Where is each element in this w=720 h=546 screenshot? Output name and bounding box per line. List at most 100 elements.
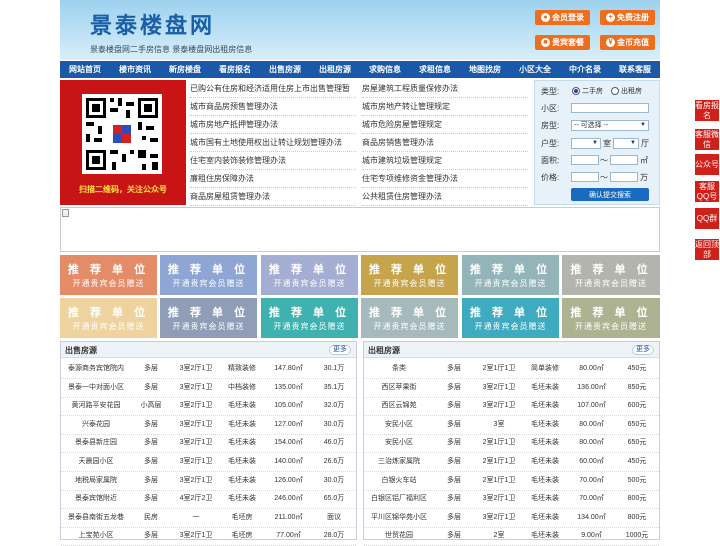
promo-tile[interactable]: 推 荐 单 位开通贵宾会员赠送 bbox=[60, 298, 157, 338]
promo-tile[interactable]: 推 荐 单 位开通贵宾会员赠送 bbox=[160, 255, 257, 295]
listing-name[interactable]: 白银区铝厂福利区 bbox=[366, 490, 432, 508]
listing-name[interactable]: 景泰一中对面小区 bbox=[63, 379, 129, 397]
nav-contact[interactable]: 联系客服 bbox=[610, 61, 660, 78]
promo-tile[interactable]: 推 荐 单 位开通贵宾会员赠送 bbox=[160, 298, 257, 338]
listing-name[interactable]: 西区苹果街 bbox=[366, 379, 432, 397]
listing-name[interactable]: 兴泰花园 bbox=[63, 416, 129, 434]
listing-row[interactable]: 泰源商务宾馆院内 多层 3室2厅1卫 精致装修 147.80㎡ 30.1万 bbox=[61, 360, 356, 379]
promo-tile[interactable]: 推 荐 单 位开通贵宾会员赠送 bbox=[562, 298, 660, 338]
nav-home[interactable]: 网站首页 bbox=[60, 61, 110, 78]
promo-tile[interactable]: 推 荐 单 位开通贵宾会员赠送 bbox=[261, 298, 358, 338]
radio-second-hand[interactable] bbox=[572, 87, 580, 95]
nav-for-rent[interactable]: 出租房源 bbox=[310, 61, 360, 78]
listing-name[interactable]: 条类 bbox=[366, 360, 432, 378]
listing-name[interactable]: 安民小区 bbox=[366, 434, 432, 452]
promo-tile[interactable]: 推 荐 单 位开通贵宾会员赠送 bbox=[361, 255, 458, 295]
listing-name[interactable]: 泰源商务宾馆院内 bbox=[63, 360, 129, 378]
listing-name[interactable]: 黄河路平安花园 bbox=[63, 397, 129, 415]
nav-viewing-signup[interactable]: 看房报名 bbox=[210, 61, 260, 78]
regulation-link[interactable]: 商品房屋租赁管理办法 bbox=[190, 188, 356, 206]
regulation-link[interactable]: 城市房地产抵押管理办法 bbox=[190, 116, 356, 134]
search-submit-button[interactable]: 确认提交搜索 bbox=[571, 188, 649, 201]
listing-row[interactable]: 天晨园小区 多层 3室2厅1卫 毛坯未装 140.00㎡ 26.6万 bbox=[61, 453, 356, 472]
listing-row[interactable]: 地税局家属院 多层 3室2厅1卫 毛坯未装 126.00㎡ 30.0万 bbox=[61, 472, 356, 491]
listing-row[interactable]: 白银区铝厂福利区 多层 3室2厅1卫 毛坯未装 70.00㎡ 800元 bbox=[364, 490, 659, 510]
area-max-input[interactable] bbox=[610, 155, 638, 165]
free-register-button[interactable]: + 免费注册 bbox=[600, 10, 655, 25]
member-login-button[interactable]: ● 会员登录 bbox=[535, 10, 590, 25]
regulation-link[interactable]: 住宅室内装饰装修管理办法 bbox=[190, 152, 356, 170]
listing-name[interactable]: 地税局家属院 bbox=[63, 472, 129, 490]
promo-tile[interactable]: 推 荐 单 位开通贵宾会员赠送 bbox=[361, 298, 458, 338]
regulation-link[interactable]: 已购公有住房和经济适用住房上市出售管理暂 bbox=[190, 80, 356, 98]
side-service-wechat[interactable]: 客服微信 bbox=[694, 128, 720, 151]
listing-name[interactable]: 世贸花园 bbox=[366, 527, 432, 545]
listing-name[interactable]: 景泰宾馆附近 bbox=[63, 490, 129, 508]
coin-recharge-button[interactable]: ¥ 金币充值 bbox=[600, 35, 655, 50]
nav-news[interactable]: 楼市资讯 bbox=[110, 61, 160, 78]
house-type-select[interactable]: -- 可选择 -- ▼ bbox=[571, 120, 649, 131]
side-back-to-top[interactable]: 返回顶部 bbox=[694, 238, 720, 261]
listing-name[interactable]: 安民小区 bbox=[366, 416, 432, 434]
listing-name[interactable]: 三治炼家属院 bbox=[366, 453, 432, 471]
regulation-link[interactable]: 商品房销售管理办法 bbox=[362, 134, 528, 152]
promo-tile[interactable]: 推 荐 单 位开通贵宾会员赠送 bbox=[261, 255, 358, 295]
listing-name[interactable]: 景泰县南街五龙巷 bbox=[63, 509, 129, 527]
listing-row[interactable]: 安民小区 多层 2室1厅1卫 毛坯未装 80.00㎡ 650元 bbox=[364, 434, 659, 454]
area-min-input[interactable] bbox=[571, 155, 599, 165]
regulation-link[interactable]: 房屋建筑工程质量保修办法 bbox=[362, 80, 528, 98]
more-link[interactable]: 更多 bbox=[632, 345, 654, 355]
nav-map-search[interactable]: 地图找房 bbox=[460, 61, 510, 78]
nav-agencies[interactable]: 中介名录 bbox=[560, 61, 610, 78]
regulation-link[interactable]: 城市房地产转让管理规定 bbox=[362, 98, 528, 116]
side-official-account[interactable]: 公众号 bbox=[694, 153, 720, 176]
regulation-link[interactable]: 城市国有土地使用权出让转让规划管理办法 bbox=[190, 134, 356, 152]
listing-name[interactable]: 白银火车站 bbox=[366, 472, 432, 490]
promo-tile[interactable]: 推 荐 单 位开通贵宾会员赠送 bbox=[462, 298, 559, 338]
listing-row[interactable]: 条类 多层 2室1厅1卫 简单装修 80.00㎡ 450元 bbox=[364, 360, 659, 379]
listing-name[interactable]: 上宝苑小区 bbox=[63, 527, 129, 545]
nav-wanted-rent[interactable]: 求租信息 bbox=[410, 61, 460, 78]
listing-row[interactable]: 白银火车站 多层 2室1厅1卫 毛坯未装 70.00㎡ 500元 bbox=[364, 472, 659, 491]
listing-row[interactable]: 平川区锦华苑小区 多层 3室2厅1卫 毛坯未装 134.00㎡ 800元 bbox=[364, 509, 659, 528]
community-input[interactable] bbox=[571, 103, 649, 113]
regulation-link[interactable]: 住宅专项维修资金管理办法 bbox=[362, 170, 528, 188]
promo-tile[interactable]: 推 荐 单 位开通贵宾会员赠送 bbox=[462, 255, 559, 295]
more-link[interactable]: 更多 bbox=[329, 345, 351, 355]
listing-row[interactable]: 三治炼家属院 多层 2室1厅1卫 毛坯未装 60.00㎡ 450元 bbox=[364, 453, 659, 472]
listing-row[interactable]: 上宝苑小区 多层 3室2厅1卫 毛坯房 77.00㎡ 28.0万 bbox=[61, 527, 356, 546]
vip-package-button[interactable]: ■ 贵宾套餐 bbox=[535, 35, 590, 50]
side-qq-group[interactable]: QQ群 bbox=[694, 207, 720, 230]
listing-row[interactable]: 安民小区 多层 3室 毛坯未装 80.00㎡ 650元 bbox=[364, 416, 659, 435]
hall-select[interactable]: ▼ bbox=[613, 138, 639, 149]
listing-row[interactable]: 西区苹果街 多层 3室2厅1卫 毛坯未装 136.00㎡ 850元 bbox=[364, 379, 659, 398]
nav-wanted-buy[interactable]: 求购信息 bbox=[360, 61, 410, 78]
regulation-link[interactable]: 城市危险房屋管理规定 bbox=[362, 116, 528, 134]
ad-banner[interactable] bbox=[60, 207, 660, 252]
listing-name[interactable]: 平川区锦华苑小区 bbox=[366, 509, 432, 527]
regulation-link[interactable]: 城市建筑垃圾管理规定 bbox=[362, 152, 528, 170]
listing-row[interactable]: 景泰县新庄园 多层 3室2厅1卫 毛坯未装 154.00㎡ 46.0万 bbox=[61, 434, 356, 454]
site-logo[interactable]: 景泰楼盘网 bbox=[90, 8, 215, 40]
promo-tile[interactable]: 推 荐 单 位开通贵宾会员赠送 bbox=[562, 255, 660, 295]
regulation-link[interactable]: 廉租住房保障办法 bbox=[190, 170, 356, 188]
regulation-link[interactable]: 公共租赁住房管理办法 bbox=[362, 188, 528, 206]
listing-row[interactable]: 景泰宾馆附近 多层 4室2厅2卫 毛坯未装 246.00㎡ 65.0万 bbox=[61, 490, 356, 510]
side-viewing-signup[interactable]: 看房报名 bbox=[694, 99, 720, 122]
listing-name[interactable]: 天晨园小区 bbox=[63, 453, 129, 471]
listing-row[interactable]: 景泰县南街五龙巷 民房 一 毛坯房 211.00㎡ 面议 bbox=[61, 509, 356, 528]
side-service-qq[interactable]: 客服QQ号 bbox=[694, 180, 720, 203]
listing-row[interactable]: 西区云锦苑 多层 3室2厅1卫 毛坯未装 107.00㎡ 600元 bbox=[364, 397, 659, 417]
nav-communities[interactable]: 小区大全 bbox=[510, 61, 560, 78]
promo-tile[interactable]: 推 荐 单 位开通贵宾会员赠送 bbox=[60, 255, 157, 295]
regulation-link[interactable]: 城市商品房预售管理办法 bbox=[190, 98, 356, 116]
listing-row[interactable]: 兴泰花园 多层 3室2厅1卫 毛坯未装 127.00㎡ 30.0万 bbox=[61, 416, 356, 435]
listing-row[interactable]: 景泰一中对面小区 多层 3室2厅1卫 中档装修 135.00㎡ 35.1万 bbox=[61, 379, 356, 398]
price-min-input[interactable] bbox=[571, 172, 599, 182]
listing-row[interactable]: 世贸花园 多层 2室 毛坯未装 9.00㎡ 1000元 bbox=[364, 527, 659, 546]
radio-rental[interactable] bbox=[611, 87, 619, 95]
nav-new-homes[interactable]: 新房楼盘 bbox=[160, 61, 210, 78]
listing-name[interactable]: 景泰县新庄园 bbox=[63, 434, 129, 452]
price-max-input[interactable] bbox=[610, 172, 638, 182]
room-select[interactable]: ▼ bbox=[571, 138, 601, 149]
